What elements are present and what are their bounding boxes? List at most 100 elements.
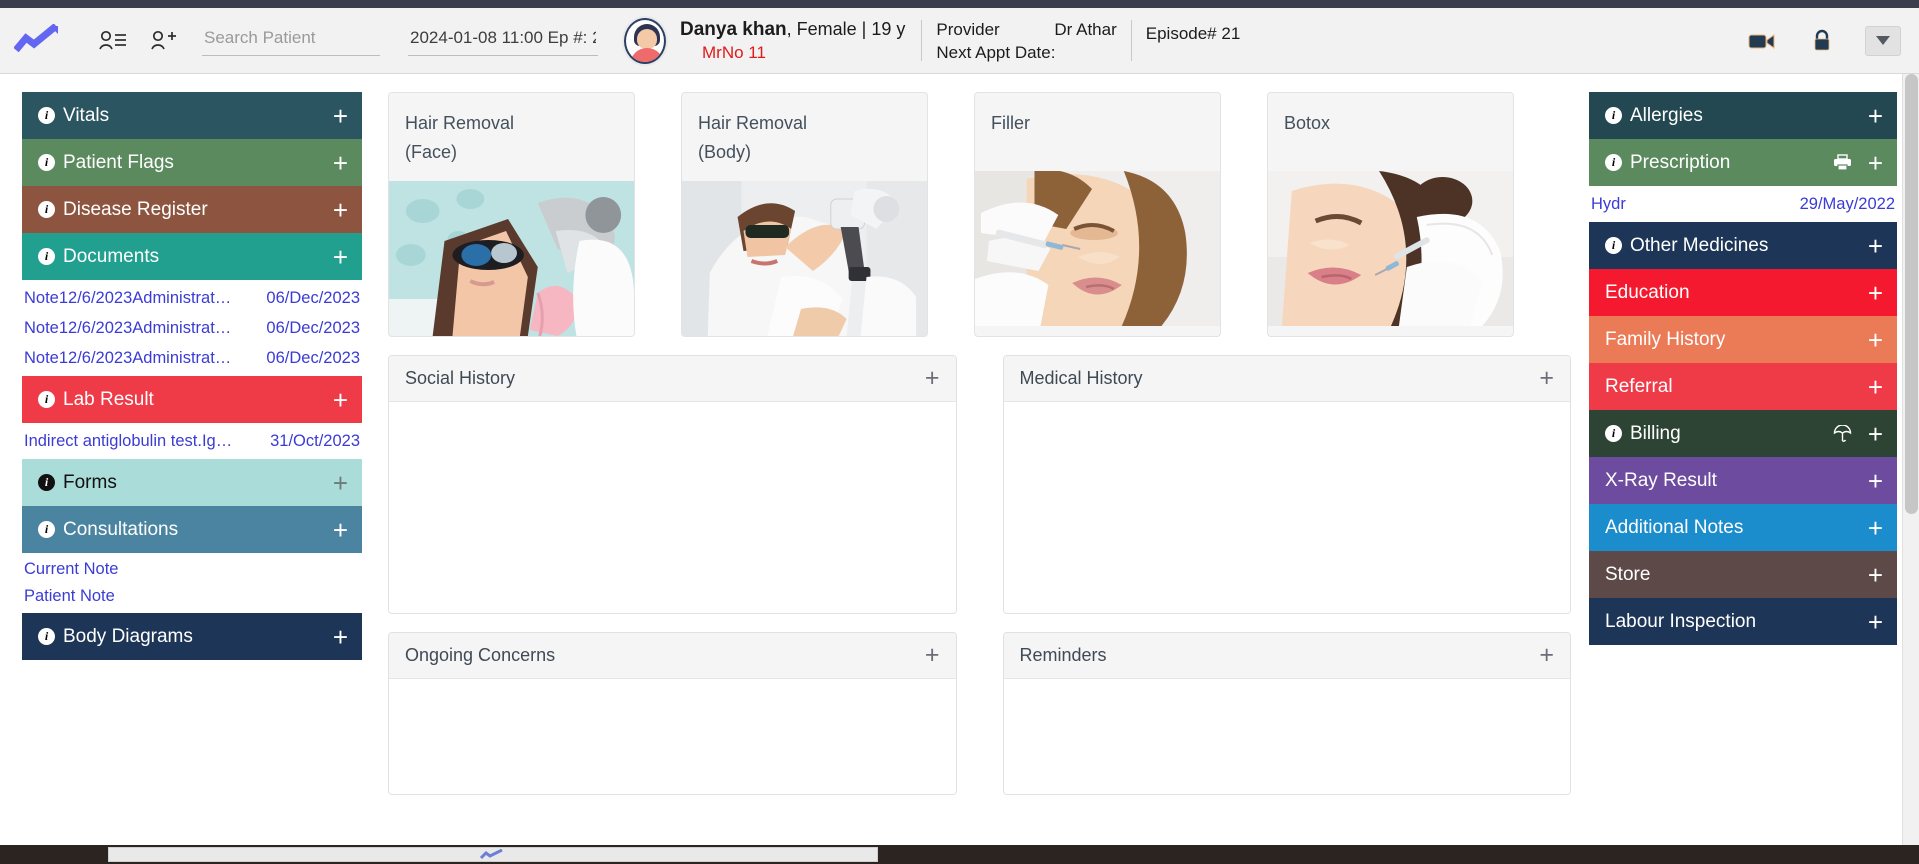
page-vertical-scrollbar[interactable]	[1902, 74, 1919, 845]
add-billing-button[interactable]: +	[1868, 421, 1883, 447]
treatment-card-hair-removal-face[interactable]: Hair Removal (Face)	[388, 92, 635, 337]
panel-body	[1003, 402, 1570, 613]
umbrella-insurance-icon[interactable]	[1833, 424, 1852, 443]
add-form-button[interactable]: +	[333, 470, 348, 496]
treatment-card-botox[interactable]: Botox	[1267, 92, 1514, 337]
treatment-card-title: Hair Removal (Face)	[389, 93, 634, 181]
search-input[interactable]	[202, 25, 380, 56]
sidebar-item-forms[interactable]: i Forms +	[22, 459, 362, 506]
list-item[interactable]: Note12/6/2023Administrat… 06/Dec/2023	[22, 343, 362, 373]
patient-list-icon[interactable]	[96, 24, 130, 58]
panel-header[interactable]: Reminders +	[1003, 633, 1570, 679]
add-patient-flag-button[interactable]: +	[333, 150, 348, 176]
lab-result-title: Indirect antiglobulin test.Ig…	[24, 432, 233, 450]
sidebar-item-disease-register[interactable]: i Disease Register +	[22, 186, 362, 233]
laser-hair-removal-body-photo	[682, 181, 927, 336]
list-item[interactable]: Indirect antiglobulin test.Ig… 31/Oct/20…	[22, 426, 362, 456]
add-other-medicine-button[interactable]: +	[1868, 233, 1883, 259]
panel-header[interactable]: Medical History +	[1003, 356, 1570, 402]
sidebar-item-additional-notes[interactable]: Additional Notes +	[1589, 504, 1897, 551]
add-social-history-button[interactable]: +	[925, 366, 940, 391]
add-additional-note-button[interactable]: +	[1868, 515, 1883, 541]
sidebar-item-patient-flags[interactable]: i Patient Flags +	[22, 139, 362, 186]
panel-header[interactable]: Ongoing Concerns +	[389, 633, 956, 679]
sidebar-item-label: Disease Register	[63, 198, 208, 220]
treatment-card-hair-removal-body[interactable]: Hair Removal (Body)	[681, 92, 928, 337]
sidebar-item-documents[interactable]: i Documents +	[22, 233, 362, 280]
document-title: Note12/6/2023Administrat…	[24, 319, 232, 337]
sidebar-item-other-medicines[interactable]: i Other Medicines +	[1589, 222, 1897, 269]
sidebar-item-body-diagrams[interactable]: i Body Diagrams +	[22, 613, 362, 660]
app-logo[interactable]	[14, 8, 96, 73]
add-allergy-button[interactable]: +	[1868, 103, 1883, 129]
add-education-button[interactable]: +	[1868, 280, 1883, 306]
add-medical-history-button[interactable]: +	[1539, 366, 1554, 391]
provider-info: Provider Dr Athar Next Appt Date:	[922, 8, 1130, 73]
appointment-input[interactable]	[408, 25, 598, 56]
header-dropdown-button[interactable]	[1865, 25, 1901, 56]
info-icon: i	[38, 201, 55, 218]
panel-header[interactable]: Social History +	[389, 356, 956, 402]
sidebar-item-xray-result[interactable]: X-Ray Result +	[1589, 457, 1897, 504]
add-document-button[interactable]: +	[333, 244, 348, 270]
sidebar-item-billing[interactable]: i Billing +	[1589, 410, 1897, 457]
add-referral-button[interactable]: +	[1868, 374, 1883, 400]
header-actions	[1745, 8, 1919, 73]
sidebar-item-label: Documents	[63, 245, 160, 267]
panel-title: Medical History	[1019, 368, 1143, 388]
sidebar-item-labour-inspection[interactable]: Labour Inspection +	[1589, 598, 1897, 645]
sidebar-item-vitals[interactable]: i Vitals +	[22, 92, 362, 139]
sidebar-item-prescription[interactable]: i Prescription +	[1589, 139, 1897, 186]
treatment-card-filler[interactable]: Filler	[974, 92, 1221, 337]
info-icon: i	[38, 107, 55, 124]
page-body: i Vitals + i Patient Flags + i Disease R…	[0, 74, 1919, 845]
sidebar-item-referral[interactable]: Referral +	[1589, 363, 1897, 410]
laser-hair-removal-face-photo	[389, 181, 634, 336]
sidebar-item-lab-result[interactable]: i Lab Result +	[22, 376, 362, 423]
sidebar-item-allergies[interactable]: i Allergies +	[1589, 92, 1897, 139]
link-patient-note[interactable]: Patient Note	[22, 583, 362, 610]
list-item[interactable]: Note12/6/2023Administrat… 06/Dec/2023	[22, 283, 362, 313]
add-body-diagram-button[interactable]: +	[333, 624, 348, 650]
video-camera-icon[interactable]	[1745, 24, 1779, 58]
add-vitals-button[interactable]: +	[333, 103, 348, 129]
info-icon: i	[38, 248, 55, 265]
sidebar-item-label: Consultations	[63, 518, 179, 540]
lab-results-list: Indirect antiglobulin test.Ig… 31/Oct/20…	[22, 423, 362, 459]
app-header: Danya khan, Female | 19 y MrNo 11 Provid…	[0, 8, 1919, 74]
document-title: Note12/6/2023Administrat…	[24, 349, 232, 367]
add-ongoing-concern-button[interactable]: +	[925, 643, 940, 668]
add-disease-button[interactable]: +	[333, 197, 348, 223]
print-icon[interactable]	[1833, 154, 1852, 171]
sidebar-item-label: Prescription	[1630, 151, 1731, 173]
list-item[interactable]: Hydr 29/May/2022	[1589, 189, 1897, 219]
add-reminder-button[interactable]: +	[1539, 643, 1554, 668]
add-prescription-button[interactable]: +	[1868, 150, 1883, 176]
add-labour-inspection-button[interactable]: +	[1868, 609, 1883, 635]
provider-value: Dr Athar	[1054, 19, 1117, 39]
sidebar-item-label: Family History	[1605, 328, 1726, 350]
sidebar-item-education[interactable]: Education +	[1589, 269, 1897, 316]
sidebar-item-consultations[interactable]: i Consultations +	[22, 506, 362, 553]
info-icon: i	[38, 391, 55, 408]
link-current-note[interactable]: Current Note	[22, 556, 362, 583]
sidebar-item-label: Additional Notes	[1605, 516, 1744, 538]
treatment-title-line1: Hair Removal	[405, 113, 515, 133]
sidebar-item-store[interactable]: Store +	[1589, 551, 1897, 598]
vertical-scrollbar-thumb[interactable]	[1905, 74, 1918, 514]
horizontal-scrollbar-thumb[interactable]	[108, 847, 878, 862]
add-xray-result-button[interactable]: +	[1868, 468, 1883, 494]
avatar[interactable]	[612, 8, 676, 73]
right-sidebar: i Allergies + i Prescription + Hydr 29/M…	[1579, 74, 1919, 645]
add-patient-icon[interactable]	[146, 24, 180, 58]
list-item[interactable]: Note12/6/2023Administrat… 06/Dec/2023	[22, 313, 362, 343]
info-icon: i	[1605, 237, 1622, 254]
treatment-card-title: Hair Removal (Body)	[682, 93, 927, 181]
add-store-button[interactable]: +	[1868, 562, 1883, 588]
add-lab-result-button[interactable]: +	[333, 387, 348, 413]
sidebar-item-family-history[interactable]: Family History +	[1589, 316, 1897, 363]
window-bottom-bar	[0, 845, 1919, 864]
add-family-history-button[interactable]: +	[1868, 327, 1883, 353]
lock-icon[interactable]	[1805, 24, 1839, 58]
add-consultation-button[interactable]: +	[333, 517, 348, 543]
